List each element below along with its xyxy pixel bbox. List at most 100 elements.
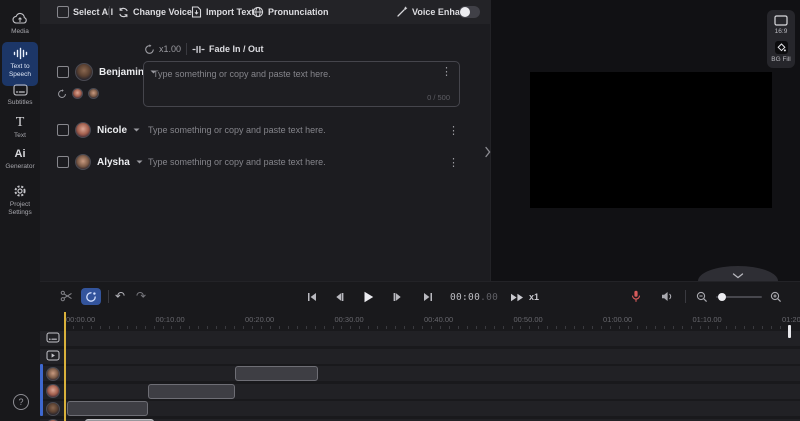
speed-button[interactable]: x1.00 xyxy=(144,43,182,55)
recent-voices-row xyxy=(57,88,99,99)
ruler-label: 01:00.00 xyxy=(603,315,633,324)
voice-checkbox-nicole[interactable] xyxy=(57,124,69,136)
video-track-icon[interactable] xyxy=(46,350,60,361)
track-lane-video xyxy=(40,348,800,364)
recent-voice-avatar[interactable] xyxy=(88,88,99,99)
bg-fill-button[interactable]: BG Fill xyxy=(771,41,791,63)
voice-row-benjamin: Benjamin xyxy=(57,63,157,81)
ruler-label: 00:00.00 xyxy=(66,315,96,324)
track-avatar-benjamin[interactable] xyxy=(46,401,60,416)
kebab-menu-icon[interactable]: ⋮ xyxy=(441,66,452,78)
ruler-label: 00:20.00 xyxy=(245,315,275,324)
avatar-benjamin[interactable] xyxy=(75,63,93,81)
fade-label: Fade In / Out xyxy=(209,44,264,54)
sidebar-item-generator[interactable]: Ai Generator xyxy=(0,148,40,171)
sidebar-item-subtitles[interactable]: Subtitles xyxy=(0,84,40,107)
char-counter: 0 / 500 xyxy=(427,93,450,102)
sidebar-item-project-settings[interactable]: Project Settings xyxy=(0,184,40,218)
select-all-control[interactable]: Select All xyxy=(57,0,113,24)
aspect-ratio-button[interactable]: 16:9 xyxy=(774,15,788,35)
speed-value: x1.00 xyxy=(159,44,182,54)
import-text-button[interactable]: Import Text xyxy=(191,0,254,24)
pronunciation-label: Pronunciation xyxy=(268,7,329,17)
timeline-end-marker[interactable] xyxy=(788,325,791,338)
app-root: Media Text to Speech Subtitles T Text Ai… xyxy=(0,0,800,421)
ruler-label: 00:30.00 xyxy=(334,315,364,324)
select-all-checkbox[interactable] xyxy=(57,6,69,18)
avatar-nicole[interactable] xyxy=(75,122,91,138)
sidebar-item-label: Generator xyxy=(5,163,35,170)
change-voice-label: Change Voice xyxy=(133,7,192,17)
video-preview[interactable] xyxy=(530,72,772,208)
kebab-menu-icon[interactable]: ⋮ xyxy=(448,124,459,137)
subtitle-track-icon[interactable] xyxy=(46,332,60,343)
fade-button[interactable]: Fade In / Out xyxy=(192,44,264,55)
sidebar-item-media[interactable]: Media xyxy=(0,12,40,36)
preview-side-panel: 16:9 BG Fill xyxy=(767,10,795,68)
track-selection-indicator xyxy=(40,364,43,416)
text-tool-icon: T xyxy=(15,115,25,130)
ruler-label: 00:10.00 xyxy=(155,315,185,324)
sidebar-item-label: Media xyxy=(11,28,29,35)
select-all-label: Select All xyxy=(73,7,114,17)
avatar-alysha[interactable] xyxy=(75,154,91,170)
controls-divider xyxy=(186,43,188,55)
timeline-clip-nicole[interactable] xyxy=(148,383,235,399)
toggle-knob xyxy=(460,7,470,17)
track-avatar-nicole[interactable] xyxy=(46,384,60,398)
kebab-menu-icon[interactable]: ⋮ xyxy=(448,156,459,169)
toolbar-divider xyxy=(109,6,110,18)
panel-expand-handle[interactable] xyxy=(485,146,491,158)
voice-checkbox-benjamin[interactable] xyxy=(57,66,69,78)
tts-placeholder-nicole[interactable]: Type something or copy and paste text he… xyxy=(148,125,326,135)
voice-name-benjamin[interactable]: Benjamin xyxy=(99,67,144,78)
history-icon[interactable] xyxy=(57,88,67,99)
change-voice-icon xyxy=(119,7,128,17)
collapse-preview-handle[interactable] xyxy=(698,266,778,281)
timeline: ↶ ↷ 00:00.00 x1 00:00.00 00:10.00 00:20.… xyxy=(40,281,800,421)
sidebar-item-label: Text xyxy=(14,132,26,139)
voice-name-nicole[interactable]: Nicole xyxy=(97,125,127,136)
fade-in-out-icon xyxy=(192,45,205,53)
speed-icon xyxy=(145,43,154,54)
pronunciation-button[interactable]: Pronunciation xyxy=(252,0,329,24)
import-text-label: Import Text xyxy=(206,7,255,17)
voice-name-alysha[interactable]: Alysha xyxy=(97,157,130,168)
ruler-label: 01:20.00 xyxy=(782,315,800,324)
timeline-ruler[interactable]: 00:00.00 00:10.00 00:20.00 00:30.00 00:40.00… xyxy=(40,282,800,331)
ruler-label: 00:50.00 xyxy=(513,315,543,324)
caret-down-icon[interactable] xyxy=(136,160,143,164)
text-to-speech-panel: Select All Change Voice Import Text Pron… xyxy=(40,0,490,281)
recent-voice-avatar[interactable] xyxy=(72,88,83,99)
bg-fill-label: BG Fill xyxy=(771,56,791,63)
playhead[interactable] xyxy=(64,312,66,421)
gear-icon xyxy=(14,185,26,197)
cloud-upload-icon xyxy=(12,12,27,24)
waveform-icon xyxy=(13,47,27,60)
voice-enhancer-toggle[interactable] xyxy=(459,6,480,18)
timeline-clip-benjamin[interactable] xyxy=(66,401,149,416)
tts-placeholder-alysha[interactable]: Type something or copy and paste text he… xyxy=(148,157,326,167)
timeline-clip-alysha[interactable] xyxy=(235,366,319,381)
sidebar-item-label: Text to Speech xyxy=(8,63,32,79)
pronunciation-icon xyxy=(252,6,264,18)
caret-down-icon[interactable] xyxy=(133,128,140,132)
sidebar-item-text-to-speech[interactable]: Text to Speech xyxy=(2,42,38,86)
chevron-down-icon xyxy=(732,273,744,279)
tts-text-input-benjamin[interactable]: Type something or copy and paste text he… xyxy=(143,61,460,107)
voice-row-nicole: Nicole xyxy=(57,122,140,138)
ruler-label: 01:10.00 xyxy=(692,315,722,324)
help-icon: ? xyxy=(18,397,24,407)
change-voice-button[interactable]: Change Voice xyxy=(118,0,192,24)
track-avatar-alysha[interactable] xyxy=(46,367,60,381)
sidebar-item-text[interactable]: T Text xyxy=(0,116,40,140)
help-button[interactable]: ? xyxy=(13,394,29,410)
ai-generator-icon: Ai xyxy=(14,148,26,160)
chevron-right-icon xyxy=(485,146,491,158)
clip-controls-row: x1.00 Fade In / Out xyxy=(144,42,264,56)
sidebar-item-label: Subtitles xyxy=(7,99,33,106)
monitor-icon xyxy=(774,15,788,26)
subtitles-icon xyxy=(12,84,28,96)
voice-row-alysha: Alysha xyxy=(57,154,143,170)
voice-checkbox-alysha[interactable] xyxy=(57,156,69,168)
